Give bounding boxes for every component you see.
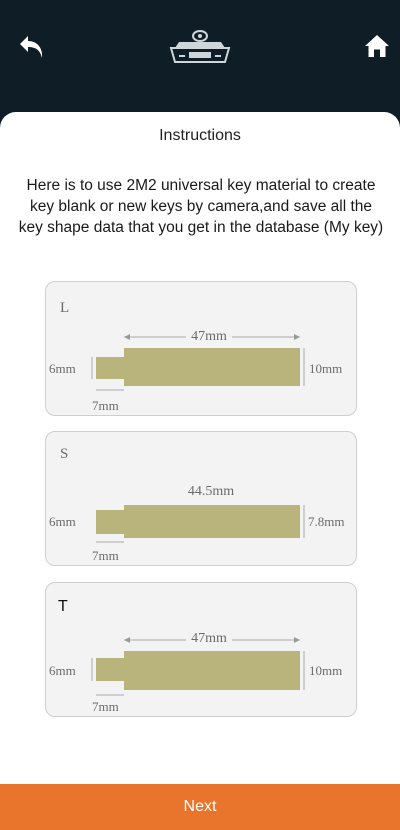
key-card-t: T 47mm 6mm 10mm 7mm: [45, 582, 357, 717]
key-blank-shape: [96, 651, 300, 690]
key-length-label: 47mm: [191, 329, 227, 344]
key-right-height-label: 7.8mm: [308, 514, 344, 529]
key-type-label: S: [60, 446, 68, 462]
key-left-height-label: 6mm: [49, 663, 76, 678]
next-button[interactable]: Next: [0, 784, 400, 830]
key-right-height-label: 10mm: [309, 361, 342, 376]
home-icon: [365, 35, 389, 57]
page-title: Instructions: [159, 127, 241, 144]
home-button[interactable]: [364, 33, 390, 59]
key-step-label: 7mm: [92, 398, 119, 413]
key-step-label: 7mm: [92, 548, 119, 563]
key-right-height-label: 10mm: [309, 663, 342, 678]
key-length-label: 44.5mm: [188, 484, 234, 499]
key-card-l: L 47mm 6mm 10mm 7mm: [45, 281, 357, 416]
key-type-label: L: [60, 300, 69, 316]
key-type-label: T: [58, 598, 68, 615]
key-machine-logo: [169, 30, 231, 63]
key-blank-shape: [96, 505, 300, 538]
key-card-s: S 44.5mm 6mm 7.8mm 7mm: [45, 431, 357, 566]
key-step-label: 7mm: [92, 699, 119, 714]
key-length-label: 47mm: [191, 631, 227, 646]
top-bar: [0, 0, 400, 112]
key-left-height-label: 6mm: [49, 361, 76, 376]
instructions-text: Here is to use 2M2 universal key materia…: [18, 177, 384, 236]
key-blank-shape: [96, 348, 300, 386]
back-button[interactable]: [18, 32, 48, 62]
key-left-height-label: 6mm: [49, 514, 76, 529]
back-arrow-icon: [20, 36, 43, 58]
